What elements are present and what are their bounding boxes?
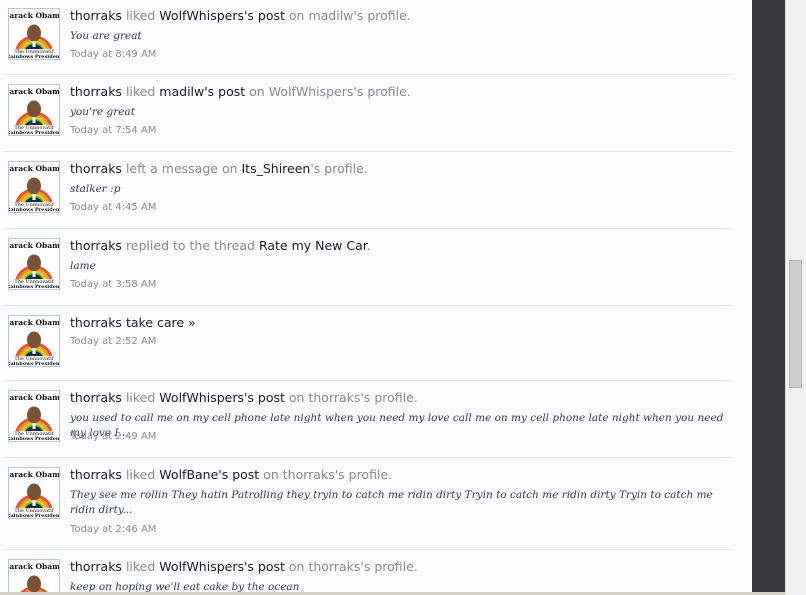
target-link[interactable]: WolfWhispers's post [159,390,285,405]
preposition-text: on [263,467,279,482]
action-text: liked [125,390,156,405]
location-link[interactable]: thorraks's profile. [283,467,392,482]
location-link[interactable]: thorraks's profile. [308,390,417,405]
avatar[interactable]: Barack Obama The Unnnovatif Rainbows Pre… [8,315,60,367]
avatar-top-text: Barack Obama [9,470,59,479]
avatar-top-text: Barack Obama [9,241,59,250]
timestamp: Today at 3:58 AM [70,279,157,290]
preposition-text: on [288,390,305,405]
action-text: liked [125,559,156,574]
avatar-bottom-text-2: Rainbows President [9,54,59,59]
feed-item: Barack Obama The Unnnovatif Rainbows Pre… [4,74,732,152]
target-link[interactable]: WolfBane's post [159,467,259,482]
location-link[interactable]: madilw's profile. [308,8,410,23]
action-text: liked [125,8,156,23]
activity-line: thorraks take care » [70,315,196,330]
location-link[interactable]: thorraks's profile. [308,559,417,574]
post-snippet: you used to call me on my cell phone lat… [70,412,724,439]
feed-item: Barack Obama The Unnnovatif Rainbows Pre… [4,0,732,75]
activity-line: thorraks liked WolfBane's post on thorra… [70,467,392,482]
location-link[interactable]: 's profile. [310,161,367,176]
username-link[interactable]: thorraks [70,238,122,253]
activity-line: thorraks left a message on Its_Shireen's… [70,161,368,176]
feed-item: Barack Obama The Unnnovatif Rainbows Pre… [4,457,732,550]
target-link[interactable]: madilw's post [159,84,245,99]
avatar-bottom-text-2: Rainbows President [9,130,59,135]
post-snippet: They see me rollin They hatin Patrolling… [70,489,713,516]
feed-item: Barack Obama The Unnnovatif Rainbows Pre… [4,380,732,458]
action-text: liked [125,467,156,482]
avatar[interactable]: Barack Obama The Unnnovatif Rainbows Pre… [8,161,60,213]
target-link[interactable]: WolfWhispers's post [159,559,285,574]
feed-item: Barack Obama The Unnnovatif Rainbows Pre… [4,228,732,306]
activity-feed: Barack Obama The Unnnovatif Rainbows Pre… [0,0,752,595]
avatar[interactable]: Barack Obama The Unnnovatif Rainbows Pre… [8,559,60,595]
action-text: replied to the thread [125,238,255,253]
action-text: liked [125,84,156,99]
post-snippet: you're great [70,106,135,118]
target-link[interactable]: Rate my New Car [259,238,367,253]
page-background-dark [752,0,785,592]
feed-item: Barack Obama The Unnnovatif Rainbows Pre… [4,549,732,595]
post-snippet: lame [70,260,96,272]
post-snippet: You are great [70,30,142,42]
scrollbar-thumb[interactable] [789,260,802,388]
username-link[interactable]: thorraks [70,559,122,574]
target-link[interactable]: take care » [126,315,196,330]
avatar-top-text: Barack Obama [9,318,59,327]
username-link[interactable]: thorraks [70,390,122,405]
target-link[interactable]: WolfWhispers's post [159,8,285,23]
username-link[interactable]: thorraks [70,8,122,23]
timestamp: Today at 2:49 AM [70,431,157,442]
feed-item: Barack Obama The Unnnovatif Rainbows Pre… [4,151,732,229]
avatar-bottom-text-2: Rainbows President [9,284,59,289]
timestamp: Today at 2:52 AM [70,336,157,347]
username-link[interactable]: thorraks [70,161,122,176]
username-link[interactable]: thorraks [70,84,122,99]
activity-line: thorraks liked madilw's post on WolfWhis… [70,84,411,99]
avatar-top-text: Barack Obama [9,393,59,402]
post-snippet: stalker :p [70,183,121,195]
timestamp: Today at 7:54 AM [70,125,157,136]
avatar-top-text: Barack Obama [9,87,59,96]
username-link[interactable]: thorraks [70,315,122,330]
avatar-bottom-text-2: Rainbows President [9,436,59,441]
activity-line: thorraks replied to the thread Rate my N… [70,238,371,253]
vertical-scrollbar[interactable] [785,0,806,595]
avatar-top-text: Barack Obama [9,164,59,173]
activity-line: thorraks liked WolfWhispers's post on th… [70,390,418,405]
target-link[interactable]: Its_Shireen [242,161,311,176]
activity-line: thorraks liked WolfWhispers's post on th… [70,559,418,574]
timestamp: Today at 4:45 AM [70,202,157,213]
action-text: left a message on [125,161,238,176]
timestamp: Today at 2:46 AM [70,524,157,535]
username-link[interactable]: thorraks [70,467,122,482]
avatar[interactable]: Barack Obama The Unnnovatif Rainbows Pre… [8,84,60,136]
location-link[interactable]: . [367,238,371,253]
feed-item: Barack Obama The Unnnovatif Rainbows Pre… [4,305,732,381]
preposition-text: on [288,8,305,23]
avatar[interactable]: Barack Obama The Unnnovatif Rainbows Pre… [8,238,60,290]
preposition-text: on [249,84,265,99]
avatar[interactable]: Barack Obama The Unnnovatif Rainbows Pre… [8,8,60,60]
avatar-top-text: Barack Obama [9,11,59,20]
avatar-bottom-text-2: Rainbows President [9,361,59,366]
avatar-bottom-text-2: Rainbows President [9,207,59,212]
avatar-top-text: Barack Obama [9,562,59,571]
preposition-text: on [288,559,305,574]
avatar-bottom-text-2: Rainbows President [9,513,59,518]
timestamp: Today at 8:49 AM [70,49,157,60]
avatar[interactable]: Barack Obama The Unnnovatif Rainbows Pre… [8,467,60,519]
avatar[interactable]: Barack Obama The Unnnovatif Rainbows Pre… [8,390,60,442]
activity-line: thorraks liked WolfWhispers's post on ma… [70,8,411,23]
location-link[interactable]: WolfWhispers's profile. [269,84,411,99]
